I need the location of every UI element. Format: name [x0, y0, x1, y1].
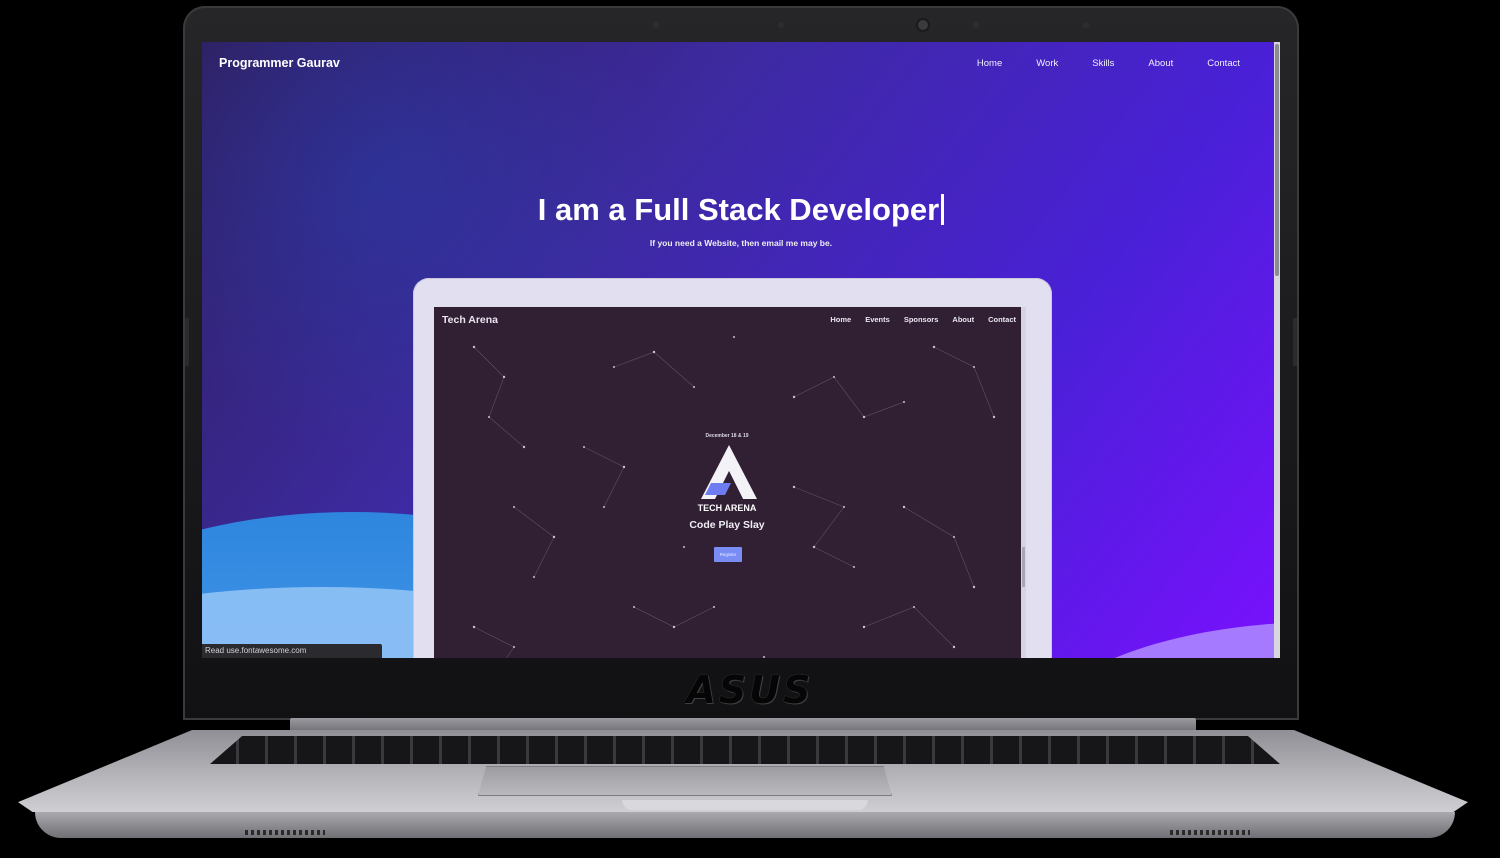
mockup-nav-home: Home	[830, 315, 852, 324]
laptop-keyboard	[210, 736, 1280, 764]
mockup-nav-contact: Contact	[988, 315, 1016, 324]
webcam-icon	[918, 20, 928, 30]
sensor-dot	[1083, 22, 1089, 28]
mockup-nav-events: Events	[865, 315, 890, 324]
lid-opening-notch	[622, 800, 868, 810]
mockup-event-name: TECH ARENA	[697, 503, 757, 513]
project-mockup[interactable]: Tech Arena Home Events Sponsors About Co…	[413, 278, 1052, 658]
sensor-dot	[973, 22, 979, 28]
mockup-scrollbar	[1021, 307, 1026, 658]
nav-work[interactable]: Work	[1036, 58, 1058, 69]
sensor-dot	[653, 22, 659, 28]
mockup-screen: Tech Arena Home Events Sponsors About Co…	[434, 307, 1026, 658]
nav-skills[interactable]: Skills	[1092, 58, 1114, 69]
mockup-tagline: Code Play Slay	[689, 519, 765, 531]
page-scroll-thumb[interactable]	[1275, 44, 1279, 276]
hero-headline-text: I am a Full Stack Developer	[537, 192, 940, 227]
sensor-dot	[778, 22, 784, 28]
side-button	[1293, 318, 1297, 366]
tech-arena-logo-icon	[701, 445, 757, 499]
site-logo[interactable]: Programmer Gaurav	[219, 56, 340, 70]
main-nav: Home Work Skills About Contact	[943, 58, 1240, 69]
mockup-nav-about: About	[952, 315, 975, 324]
side-button	[185, 318, 189, 366]
mockup-nav-sponsors: Sponsors	[903, 315, 939, 324]
hero-headline: I am a Full Stack Developer	[202, 192, 1280, 228]
laptop-hinge	[290, 718, 1196, 732]
speaker-vent	[245, 830, 325, 835]
browser-status-bar: Read use.fontawesome.com	[202, 644, 382, 658]
hero-subline: If you need a Website, then email me may…	[649, 238, 833, 248]
mockup-register-button: Register	[714, 547, 742, 562]
laptop-screen: Programmer Gaurav Home Work Skills About…	[202, 42, 1280, 658]
mockup-nav: Home Events Sponsors About Contact	[816, 315, 1016, 324]
speaker-vent	[1170, 830, 1250, 835]
nav-contact[interactable]: Contact	[1207, 58, 1240, 69]
wave-shape	[1022, 622, 1280, 658]
laptop-trackpad	[478, 766, 892, 796]
laptop-brand-logo: ASUS	[686, 668, 814, 712]
typing-cursor	[941, 194, 945, 225]
nav-about[interactable]: About	[1148, 58, 1173, 69]
mockup-scroll-thumb	[1022, 547, 1025, 587]
mockup-logo: Tech Arena	[442, 314, 499, 326]
nav-home[interactable]: Home	[977, 58, 1002, 69]
mockup-event-date: December 18 & 19	[705, 433, 749, 439]
